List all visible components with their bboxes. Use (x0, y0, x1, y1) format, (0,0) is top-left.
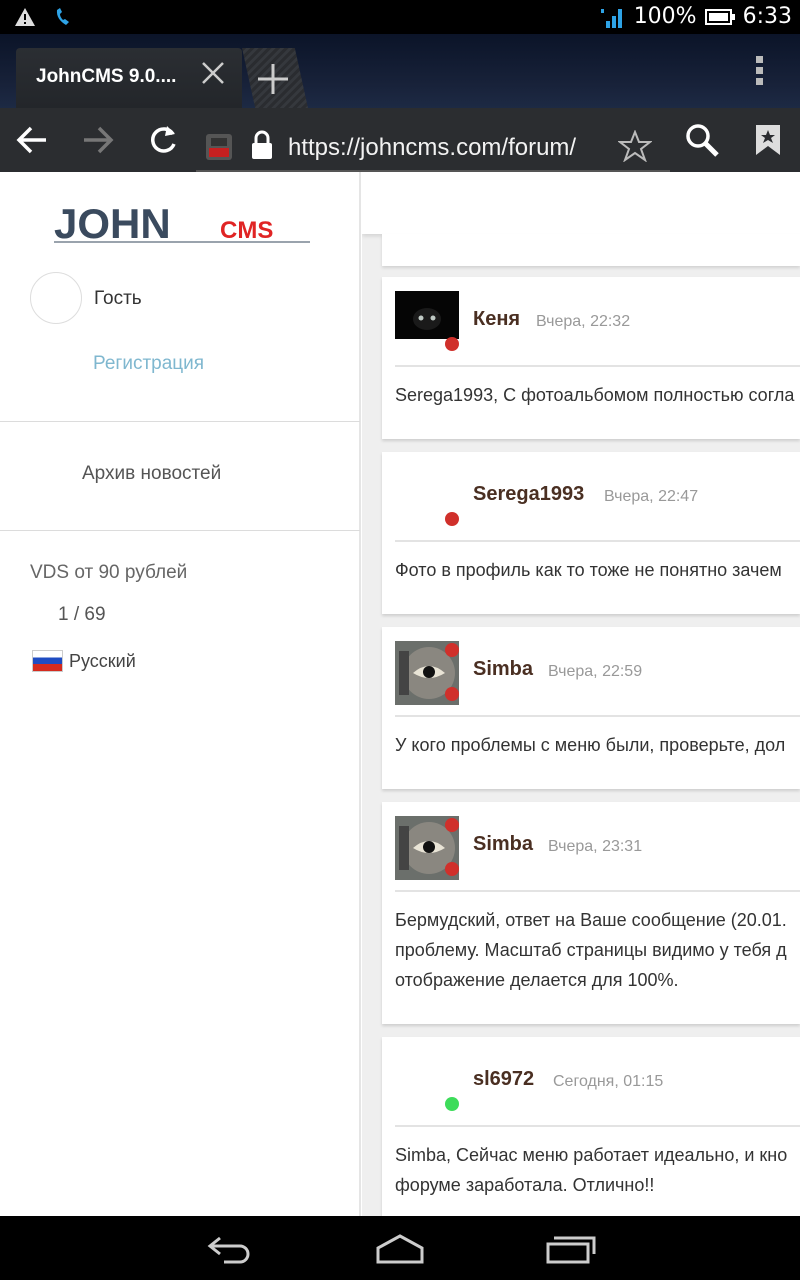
post-author[interactable]: Serega1993 (473, 483, 584, 506)
recent-apps-icon[interactable] (540, 1232, 600, 1266)
post-card: Simba Вчера, 23:31 Бермудский, ответ на Ва… (382, 802, 800, 1024)
url-text: https://johncms.com/forum/ (288, 134, 577, 161)
post-card: sl6972 Сегодня, 01:15 Simba, Сейчас меню р… (382, 1037, 800, 1216)
overflow-menu-button[interactable] (756, 56, 764, 89)
status-dot (445, 818, 459, 832)
post-author[interactable]: Simba (473, 658, 533, 681)
close-tab-icon[interactable] (198, 58, 228, 88)
svg-text:JOHN: JOHN (54, 200, 171, 247)
lock-icon (252, 130, 272, 159)
content-header (362, 172, 800, 234)
sidebar: JOHN CMS Гость Регистрация Архив новосте… (0, 172, 361, 1216)
forward-arrow-icon[interactable] (80, 122, 116, 158)
browser-tab[interactable]: JohnCMS 9.0.... (16, 48, 242, 108)
back-arrow-icon[interactable] (14, 122, 50, 158)
divider (0, 421, 360, 422)
tab-strip: JohnCMS 9.0.... (0, 34, 800, 108)
post-date: Вчера, 22:32 (536, 313, 631, 330)
post-date: Сегодня, 01:15 (553, 1073, 664, 1090)
post-separator (395, 540, 800, 542)
post-text-line: Фото в профиль как то тоже не понятно за… (395, 560, 782, 580)
search-icon[interactable] (684, 122, 720, 158)
post-text-line: У кого проблемы с меню были, проверьте, … (395, 735, 786, 755)
post-author[interactable]: Simba (473, 833, 533, 856)
post-text: Serega1993, С фотоальбомом полностью сог… (395, 380, 800, 410)
offline-status-dot (445, 337, 459, 351)
svg-text:CMS: CMS (220, 217, 273, 244)
guest-label: Гость (94, 288, 142, 309)
post-text: Simba, Сейчас меню работает идеально, и … (395, 1140, 800, 1200)
plus-icon[interactable] (256, 62, 290, 96)
clock: 6:33 (742, 4, 792, 29)
system-nav-bar (0, 1216, 800, 1280)
guest-avatar (30, 272, 82, 324)
post-text: У кого проблемы с меню были, проверьте, … (395, 730, 800, 760)
offline-status-dot (445, 862, 459, 876)
post-separator (395, 365, 800, 367)
warning-icon (15, 8, 35, 26)
post-card: Serega1993 Вчера, 22:47 Фото в профиль как… (382, 452, 800, 614)
language-label: Русский (69, 650, 136, 671)
reload-icon[interactable] (145, 122, 181, 158)
site-favicon-icon (206, 134, 232, 160)
star-icon[interactable] (618, 130, 652, 162)
russia-flag-icon (32, 650, 63, 672)
language-selector[interactable]: Русский (32, 650, 136, 672)
post-text-line: форуме заработала. Отлично!! (395, 1175, 655, 1195)
battery-percent: 100% (633, 4, 697, 29)
post-date: Вчера, 22:59 (548, 663, 643, 680)
post-text-line: Simba, Сейчас меню работает идеально, и … (395, 1145, 788, 1165)
post-date: Вчера, 23:31 (548, 838, 643, 855)
post-text-line: проблему. Масштаб страницы видимо у тебя… (395, 940, 787, 960)
bookmarks-icon[interactable] (750, 122, 786, 158)
news-archive-link[interactable]: Архив новостей (82, 463, 221, 485)
post-author[interactable]: Кеня (473, 308, 520, 331)
post-author[interactable]: sl6972 (473, 1068, 534, 1091)
vds-ad-link[interactable]: VDS от 90 рублей (30, 562, 187, 584)
online-counter[interactable]: 1 / 69 (58, 604, 106, 626)
status-dot (445, 643, 459, 657)
johncms-logo[interactable]: JOHN CMS (54, 198, 310, 253)
phone-signal-icon (56, 8, 69, 25)
post-card: Кеня Вчера, 22:32 Serega1993, С фотоальбом… (382, 277, 800, 439)
home-nav-icon[interactable] (370, 1232, 430, 1266)
post-text-line: отображение делается для 100%. (395, 970, 679, 990)
online-status-dot (445, 1097, 459, 1111)
post-date: Вчера, 22:47 (604, 488, 699, 505)
offline-status-dot (445, 512, 459, 526)
forum-posts: Кеня Вчера, 22:32 Serega1993, С фотоальбом… (362, 172, 800, 1216)
post-text: Бермудский, ответ на Ваше сообщение (20.… (395, 905, 800, 995)
post-text: Фото в профиль как то тоже не понятно за… (395, 555, 800, 585)
post-text-line: Бермудский, ответ на Ваше сообщение (20.… (395, 910, 787, 930)
url-bar: https://johncms.com/forum/ (0, 108, 800, 172)
divider (0, 530, 360, 531)
battery-icon (704, 8, 735, 25)
post-separator (395, 890, 800, 892)
cell-signal-icon (600, 8, 622, 28)
status-bar: 100% 6:33 (0, 0, 800, 34)
tab-title: JohnCMS 9.0.... (36, 66, 177, 87)
post-separator (395, 715, 800, 717)
back-nav-icon[interactable] (200, 1232, 260, 1266)
post-separator (395, 1125, 800, 1127)
address-field[interactable]: https://johncms.com/forum/ (196, 116, 670, 172)
post-text-line: Serega1993, С фотоальбомом полностью сог… (395, 385, 795, 405)
post-card-stub (382, 234, 800, 266)
offline-status-dot (445, 687, 459, 701)
register-link[interactable]: Регистрация (93, 353, 204, 375)
post-card: Simba Вчера, 22:59 У кого проблемы с меню … (382, 627, 800, 789)
